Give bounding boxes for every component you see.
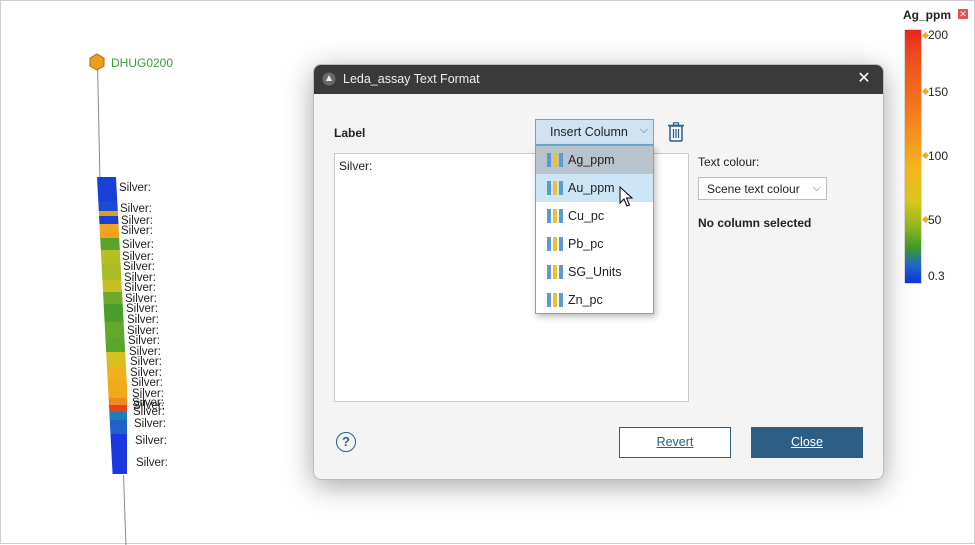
menu-item-label: Au_ppm [568,181,615,195]
legend-tick-label: 100 [928,149,949,163]
interval-label: Silver: [119,182,151,194]
interval-label: Silver: [121,225,153,237]
interval [108,398,127,405]
menu-item-label: Ag_ppm [568,153,615,167]
interval [100,238,120,250]
revert-button[interactable]: Revert [619,427,731,458]
interval [98,201,118,211]
text-colour-value: Scene text colour [707,182,800,196]
menu-item-ag-ppm[interactable]: Ag_ppm [536,146,653,174]
legend-tick-label: 50 [928,213,942,227]
legend-colour-bar [904,29,922,284]
menu-item-label: Zn_pc [568,293,603,307]
label-heading: Label [334,126,366,140]
interval [102,280,123,292]
interval-label: Silver: [120,203,152,215]
interval-label: Silver: [133,406,165,418]
interval [106,352,126,366]
interval [107,380,127,398]
interval [110,434,127,474]
column-icon [547,209,563,223]
chevron-down-icon: ⌵ [639,124,648,136]
trash-icon[interactable] [668,122,684,142]
interval [103,292,123,304]
interval-label: Silver: [134,418,166,430]
interval [100,250,121,264]
text-colour-label: Text colour: [698,155,760,169]
dialog-title: Leda_assay Text Format [343,72,480,86]
mouse-pointer-icon [619,186,633,207]
legend-close-icon[interactable]: ✕ [958,9,968,19]
hole-name-label: DHUG0200 [111,56,174,70]
drillhole-trace-line-lower [123,474,127,545]
insert-column-label: Insert Column [550,125,628,139]
app-logo-icon [322,72,336,86]
menu-item-au-ppm[interactable]: Au_ppm [536,174,653,202]
interval [98,211,119,216]
insert-column-menu: Ag_ppm Au_ppm Cu_pc Pb_pc SG_Units Zn_pc [535,145,654,314]
interval [97,177,118,201]
legend-tick-label: 150 [928,85,949,99]
interval [105,338,126,352]
interval [109,420,127,434]
interval [104,322,125,338]
interval [101,264,122,280]
text-colour-select[interactable]: Scene text colour ⌵ [698,177,827,200]
column-icon [547,237,563,251]
interval-label: Silver: [136,457,168,469]
interval [99,224,120,238]
close-button[interactable]: Close [751,427,863,458]
legend-tick-label: 200 [928,28,949,42]
insert-column-button[interactable]: Insert Column ⌵ [535,119,654,145]
menu-item-label: Cu_pc [568,209,605,223]
interval [103,304,124,322]
menu-item-cu-pc[interactable]: Cu_pc [536,202,653,230]
close-icon[interactable]: ✕ [855,70,873,88]
label-text-content: Silver: [339,159,373,173]
drillhole-trace-line [97,62,101,179]
legend-tick-label: 0.3 [928,269,945,283]
column-icon [547,153,563,167]
menu-item-zn-pc[interactable]: Zn_pc [536,286,653,314]
column-icon [547,181,563,195]
column-icon [547,265,563,279]
legend-title: Ag_ppm [903,8,951,22]
interval [109,412,127,420]
menu-item-sg-units[interactable]: SG_Units [536,258,653,286]
interval-label: Silver: [122,239,154,251]
menu-item-label: Pb_pc [568,237,604,251]
menu-item-label: SG_Units [568,265,622,279]
collar-icon[interactable] [88,53,106,71]
column-icon [547,293,563,307]
interval-label: Silver: [135,435,167,447]
dialog-titlebar[interactable]: Leda_assay Text Format ✕ [314,65,883,94]
no-column-status: No column selected [698,216,812,230]
menu-item-pb-pc[interactable]: Pb_pc [536,230,653,258]
interval [108,405,127,412]
interval [99,216,119,224]
interval [106,366,127,380]
chevron-down-icon: ⌵ [812,182,821,194]
help-icon[interactable]: ? [336,432,356,452]
